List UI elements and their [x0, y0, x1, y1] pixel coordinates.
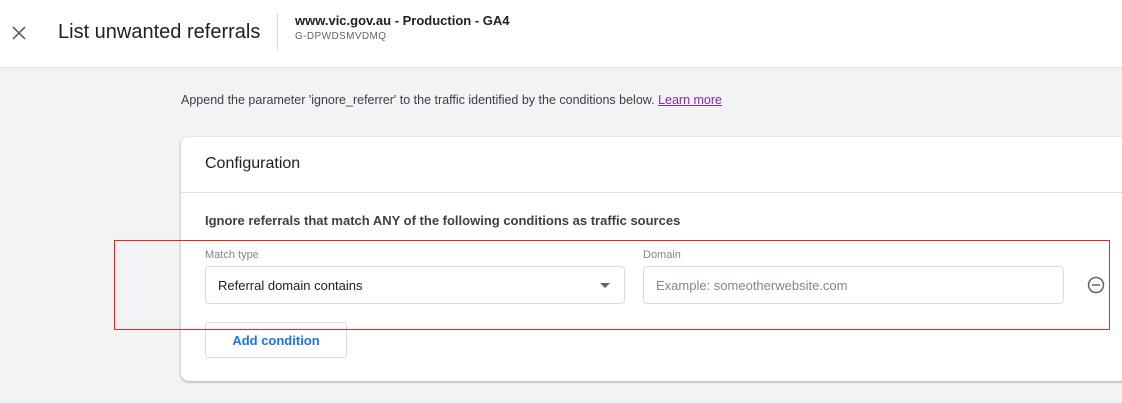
domain-label: Domain — [643, 249, 681, 261]
property-name: www.vic.gov.au - Production - GA4 — [295, 13, 510, 28]
property-id: G-DPWDSMVDMQ — [295, 31, 387, 42]
add-condition-button[interactable]: Add condition — [205, 322, 347, 358]
configuration-card: Configuration Ignore referrals that matc… — [181, 137, 1122, 381]
card-header: Configuration — [181, 137, 1122, 193]
match-type-value: Referral domain contains — [218, 278, 363, 293]
match-type-select[interactable]: Referral domain contains — [205, 266, 625, 304]
domain-input[interactable] — [643, 266, 1064, 304]
description: Append the parameter 'ignore_referrer' t… — [181, 93, 722, 107]
remove-circle-icon[interactable] — [1086, 275, 1106, 295]
conditions-heading: Ignore referrals that match ANY of the f… — [205, 213, 681, 228]
dropdown-arrow-icon — [600, 283, 610, 288]
close-button[interactable] — [8, 22, 30, 44]
close-icon — [12, 26, 26, 40]
top-bar: List unwanted referrals www.vic.gov.au -… — [0, 0, 1122, 68]
description-text: Append the parameter 'ignore_referrer' t… — [181, 93, 655, 107]
card-title: Configuration — [205, 155, 301, 172]
title-divider — [277, 13, 278, 50]
page-title: List unwanted referrals — [58, 21, 261, 43]
learn-more-link[interactable]: Learn more — [658, 93, 722, 107]
match-type-label: Match type — [205, 249, 259, 261]
